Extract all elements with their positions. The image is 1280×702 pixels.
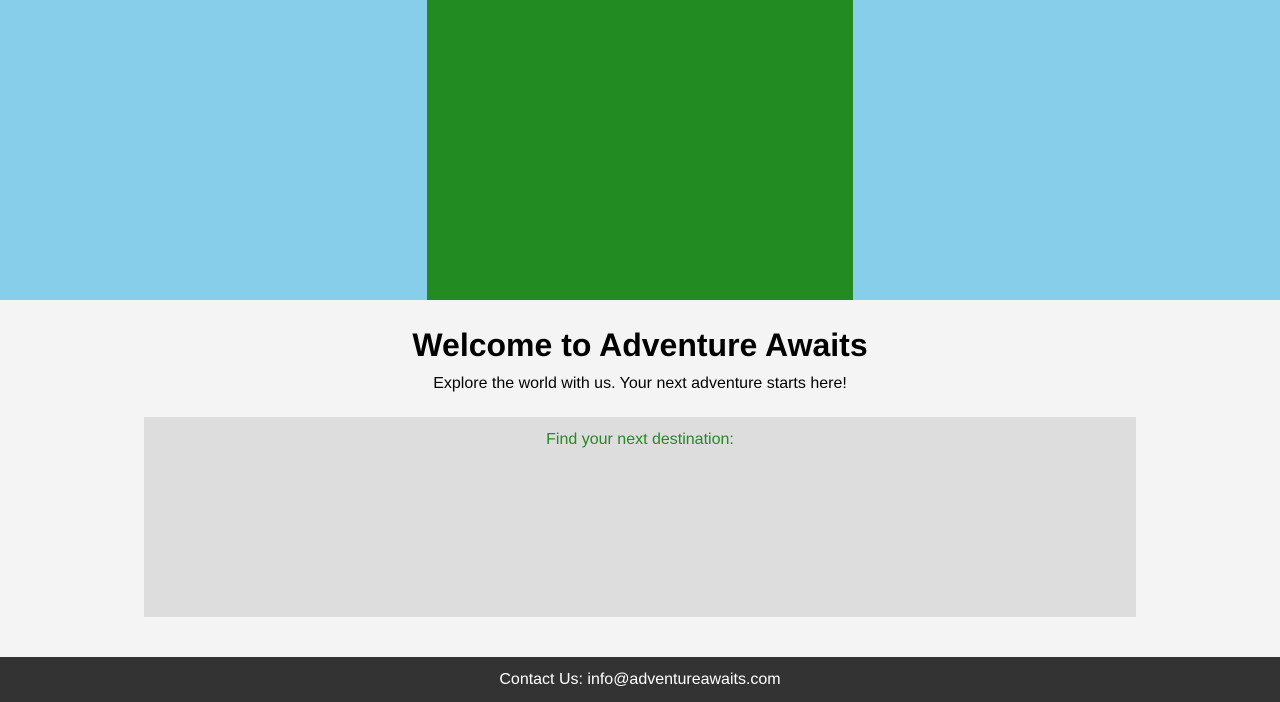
page-title: Welcome to Adventure Awaits [412,327,868,363]
hero-image [427,0,853,300]
hero-banner [0,0,1280,300]
footer-contact: Contact Us: info@adventureawaits.com [499,671,781,688]
destination-search-panel: Find your next destination: [144,417,1136,617]
destination-search-label: Find your next destination: [546,431,734,448]
footer: Contact Us: info@adventureawaits.com [0,657,1280,702]
tagline: Explore the world with us. Your next adv… [433,375,847,392]
